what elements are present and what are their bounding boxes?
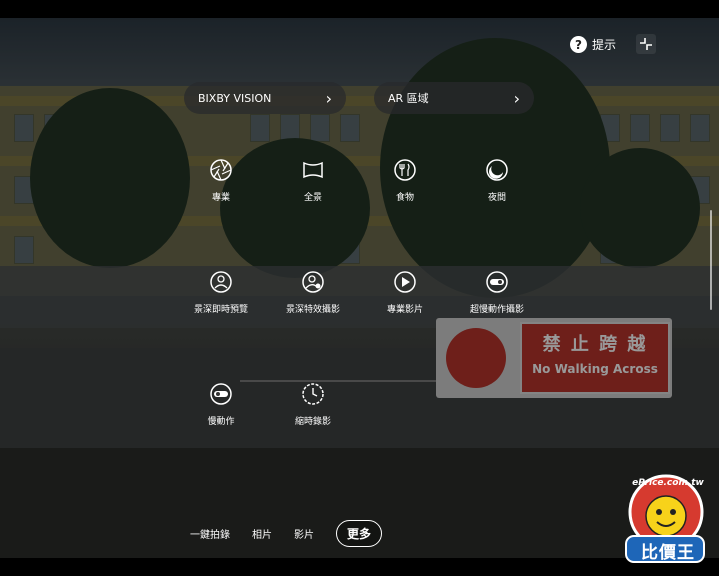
portrait-live-focus-icon	[210, 271, 232, 293]
mode-panorama[interactable]: 全景	[263, 157, 363, 203]
aperture-icon	[210, 159, 232, 181]
watermark-name-text: 比價王	[641, 543, 695, 563]
tab-more[interactable]: 更多	[336, 520, 383, 547]
ar-zone-button[interactable]: AR 區域 ›	[374, 82, 534, 114]
food-icon	[394, 159, 416, 181]
mode-tab-bar: 一鍵拍錄 相片 影片 更多	[190, 520, 383, 547]
help-button[interactable]: ? 提示	[570, 36, 616, 53]
bixby-vision-label: BIXBY VISION	[198, 91, 272, 105]
mode-menu-overlay: ? 提示 BIXBY VISION › AR 區域 › 專業 全景 食物 夜間 …	[0, 0, 719, 576]
tab-single-take[interactable]: 一鍵拍錄	[190, 526, 230, 541]
mode-pro-video[interactable]: 專業影片	[355, 269, 455, 315]
collapse-icon[interactable]	[636, 34, 656, 54]
tab-video[interactable]: 影片	[294, 526, 314, 541]
help-label: 提示	[592, 38, 617, 52]
mode-portrait-effect[interactable]: 景深特效攝影	[263, 269, 363, 315]
ar-zone-label: AR 區域	[388, 92, 429, 105]
night-moon-icon	[486, 159, 508, 181]
portrait-effect-icon	[302, 271, 324, 293]
panorama-icon	[303, 161, 323, 179]
pro-video-play-icon	[394, 271, 416, 293]
camera-screen: 禁 止 跨 越 No Walking Across ? 提示 BIXBY VIS…	[0, 0, 719, 576]
bixby-vision-button[interactable]: BIXBY VISION ›	[184, 82, 346, 114]
hyperlapse-timer-icon	[302, 383, 324, 405]
mode-super-slow-motion[interactable]: 超慢動作攝影	[447, 269, 547, 315]
mode-pro[interactable]: 專業	[171, 157, 271, 203]
mode-live-focus[interactable]: 景深即時預覽	[171, 269, 271, 315]
mode-hyperlapse[interactable]: 縮時錄影	[263, 381, 363, 427]
chevron-right-icon: ›	[513, 88, 520, 108]
slow-motion-icon	[210, 383, 232, 405]
zoom-scroll-indicator[interactable]	[710, 210, 712, 310]
question-icon: ?	[570, 36, 587, 53]
mode-slow-motion[interactable]: 慢動作	[171, 381, 271, 427]
mode-night[interactable]: 夜間	[447, 157, 547, 203]
watermark-brand-text: ePrice.com.tw	[632, 478, 704, 488]
tab-photo[interactable]: 相片	[252, 526, 272, 541]
chevron-right-icon: ›	[325, 88, 332, 108]
super-slow-motion-icon	[486, 271, 508, 293]
mode-food[interactable]: 食物	[355, 157, 455, 203]
